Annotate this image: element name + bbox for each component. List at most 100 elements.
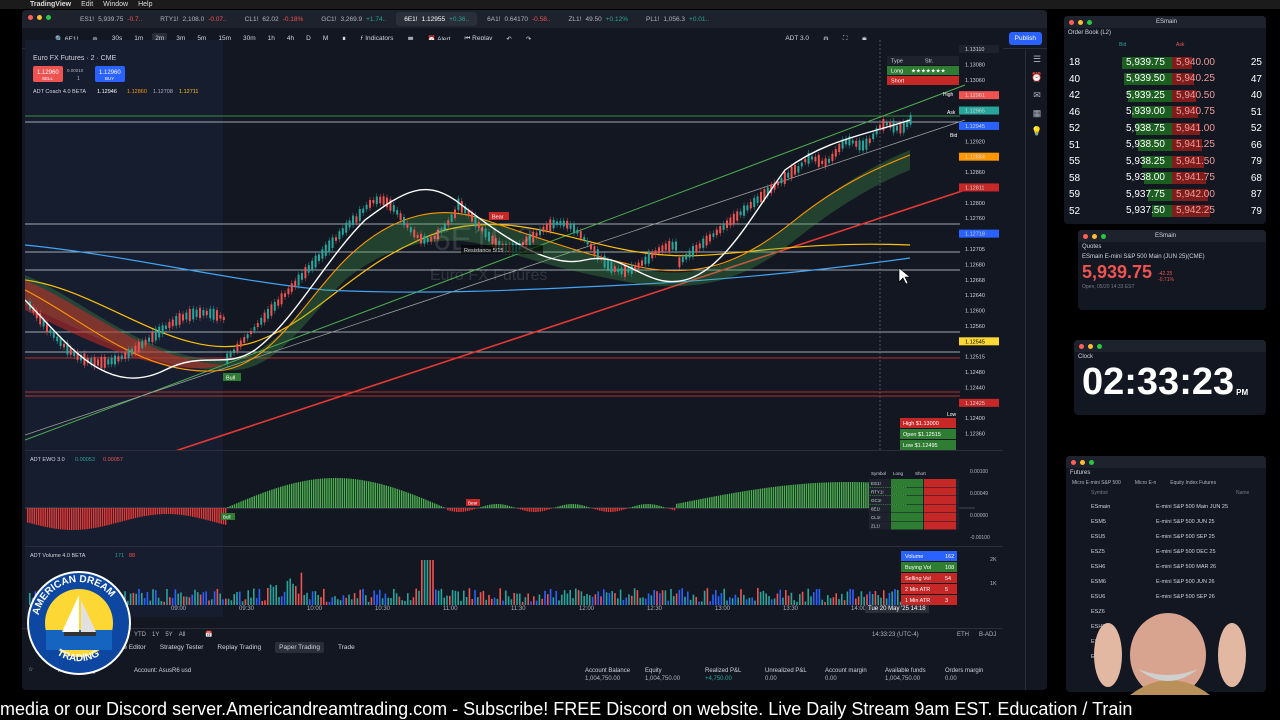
futures-filter-1[interactable]: Micro E-mini S&P 500 — [1072, 480, 1121, 486]
orderbook-row[interactable]: 52 5,937.50 5,942.25 79 — [1064, 205, 1266, 218]
symbol-tab-0[interactable]: ES1! 5,939.75 -0.7.. — [72, 12, 150, 26]
date-range-calendar-icon[interactable]: 📅 — [205, 631, 212, 638]
panel-tab-replay-trading[interactable]: Replay Trading — [217, 644, 261, 651]
symbol-tab-2[interactable]: CL1! 62.02 -0.18% — [237, 12, 312, 26]
orderbook-minimize-button[interactable] — [1078, 19, 1083, 25]
orderbook-row[interactable]: 40 5,939.50 5,940.25 47 — [1064, 73, 1266, 86]
symbol-tab-7[interactable]: PL1! 1,056.3 +0.01.. — [638, 12, 717, 26]
futures-filter-3[interactable]: Equity Index Futures — [1170, 480, 1216, 486]
ewo-bar — [790, 484, 792, 508]
orderbook-row[interactable]: 51 5,938.50 5,941.25 66 — [1064, 139, 1266, 152]
candle-body — [831, 153, 834, 162]
watchlist-icon[interactable]: ☰ — [1026, 50, 1047, 68]
clock-minimize-button[interactable] — [1088, 343, 1093, 349]
range-YTD[interactable]: YTD — [134, 632, 146, 638]
menubar-item-edit[interactable]: Edit — [81, 1, 93, 8]
symbol-tab-4[interactable]: 6E1! 1.12955 +0.36.. — [396, 12, 478, 26]
ewo-pane[interactable]: ADT EWO 3.0 0.00053 0.00057 Bull Bear Sy… — [25, 450, 1003, 547]
buy-button[interactable]: 1.12960BUY — [95, 66, 125, 82]
close-window-button[interactable] — [28, 15, 33, 20]
tab-symbol: ZL1! — [568, 15, 582, 23]
time-axis[interactable]: 09:00 09:30 10:00 10:30 11:00 11:30 12:00 12:30… — [25, 604, 1003, 616]
ewo-bar — [115, 508, 117, 524]
ewo-bar — [651, 504, 654, 508]
price-chart[interactable]: 6E1!, 2 Euro FX Futures Bear Bull Resist… — [25, 40, 1003, 450]
futures-header-name[interactable]: Name — [1236, 490, 1249, 496]
account-stat-value: 1,004,750.00 — [885, 676, 921, 682]
futures-minimize-button[interactable] — [1080, 459, 1085, 465]
ewo-bar — [128, 508, 130, 520]
orderbook-bid-size: 55 — [1069, 156, 1081, 167]
futures-zoom-button[interactable] — [1089, 459, 1094, 465]
futures-header-symbol[interactable]: Symbol — [1091, 490, 1108, 496]
orderbook-row[interactable]: 42 5,939.25 5,940.50 40 — [1064, 89, 1266, 102]
orderbook-row[interactable]: 18 5,939.75 5,940.00 25 — [1064, 56, 1266, 69]
ewo-bar — [742, 491, 744, 508]
chat-icon[interactable]: ✉ — [1026, 86, 1047, 104]
orderbook-row[interactable]: 55 5,938.25 5,941.50 79 — [1064, 155, 1266, 168]
order-qty[interactable]: 1 — [77, 76, 80, 82]
range-1Y[interactable]: 1Y — [152, 632, 159, 638]
menubar-app-name[interactable]: TradingView — [30, 1, 71, 8]
quotes-minimize-button[interactable] — [1092, 233, 1097, 239]
sell-button[interactable]: 1.12960SELL — [33, 66, 63, 82]
menubar-item-window[interactable]: Window — [103, 1, 128, 8]
price-tick: 1.12884 — [965, 155, 985, 161]
session-toggle[interactable]: ETH — [957, 632, 969, 638]
alerts-icon[interactable]: ⏰ — [1026, 68, 1047, 86]
ewo-bar — [610, 508, 612, 512]
volume-bar — [463, 590, 465, 605]
futures-close-button[interactable] — [1071, 459, 1076, 465]
instrument-title[interactable]: Euro FX Futures · 2 · CME — [33, 55, 117, 62]
clock-zoom-button[interactable] — [1097, 343, 1102, 349]
candle-body — [103, 356, 106, 368]
adjustment-toggle[interactable]: B-ADJ — [979, 632, 996, 638]
orderbook-close-button[interactable] — [1069, 19, 1074, 25]
coach-indicator-label[interactable]: ADT Coach 4.0 BETA — [33, 89, 86, 95]
orderbook-row[interactable]: 59 5,937.75 5,942.00 87 — [1064, 188, 1266, 201]
panel-tab-paper-trading[interactable]: Paper Trading — [275, 642, 324, 653]
futures-row[interactable]: ESH6 E-mini S&P 500 MAR 26 — [1066, 560, 1256, 575]
time-tick: 12:00 — [579, 606, 595, 612]
ideas-icon[interactable]: 💡 — [1026, 122, 1047, 140]
menubar-item-help[interactable]: Help — [138, 1, 152, 8]
futures-filter-2[interactable]: Micro E-n — [1135, 480, 1156, 486]
ewo-bar — [715, 496, 717, 508]
volume-bar — [653, 589, 655, 605]
volume-label[interactable]: ADT Volume 4.0 BETA — [30, 553, 86, 559]
futures-row[interactable]: ESU5 E-mini S&P 500 SEP 25 — [1066, 530, 1256, 545]
symbol-tab-1[interactable]: RTY1! 2,108.0 -0.07.. — [152, 12, 234, 26]
orderbook-row[interactable]: 52 5,938.75 5,941.00 52 — [1064, 122, 1266, 135]
ewo-bar — [396, 488, 398, 508]
calendar-icon[interactable]: ▦ — [1026, 104, 1047, 122]
futures-row[interactable]: ESM5 E-mini S&P 500 JUN 25 — [1066, 515, 1256, 530]
ewo-bar — [746, 490, 748, 508]
symbol-tab-5[interactable]: 6A1! 0.64170 -0.58.. — [479, 12, 558, 26]
symbol-tab-6[interactable]: ZL1! 49.50 +0.12% — [560, 12, 636, 26]
orderbook-zoom-button[interactable] — [1087, 19, 1092, 25]
ewo-label[interactable]: ADT EWO 3.0 — [30, 457, 65, 463]
minimize-window-button[interactable] — [37, 15, 42, 20]
futures-row[interactable]: ESmain E-mini S&P 500 Main JUN 25 — [1066, 500, 1256, 515]
chart-clock[interactable]: 14:33:23 (UTC-4) — [872, 632, 919, 638]
quotes-close-button[interactable] — [1083, 233, 1088, 239]
panel-tab-trade[interactable]: Trade — [338, 644, 355, 651]
range-5Y[interactable]: 5Y — [165, 632, 172, 638]
orderbook-row[interactable]: 58 5,938.00 5,941.75 68 — [1064, 172, 1266, 185]
clock-close-button[interactable] — [1079, 343, 1084, 349]
range-All[interactable]: All — [179, 632, 186, 638]
orderbook-row[interactable]: 46 5,939.00 5,940.75 51 — [1064, 106, 1266, 119]
futures-row[interactable]: ESZ5 E-mini S&P 500 DEC 25 — [1066, 545, 1256, 560]
quotes-zoom-button[interactable] — [1101, 233, 1106, 239]
account-stat-label: Account Balance — [585, 668, 631, 674]
ewo-bar — [442, 507, 445, 508]
volume-bar — [678, 589, 681, 605]
symbol-tab-3[interactable]: GC1! 3,269.9 +1.74.. — [313, 12, 394, 26]
orderbook-bid-size: 59 — [1069, 189, 1081, 200]
zoom-window-button[interactable] — [46, 15, 51, 20]
account-selector[interactable]: Account: AsusR6 usd — [134, 668, 191, 674]
volume-bar — [295, 585, 297, 605]
panel-tab-strategy-tester[interactable]: Strategy Tester — [160, 644, 204, 651]
candle-body — [896, 125, 898, 131]
publish-button[interactable]: Publish — [1008, 32, 1042, 45]
